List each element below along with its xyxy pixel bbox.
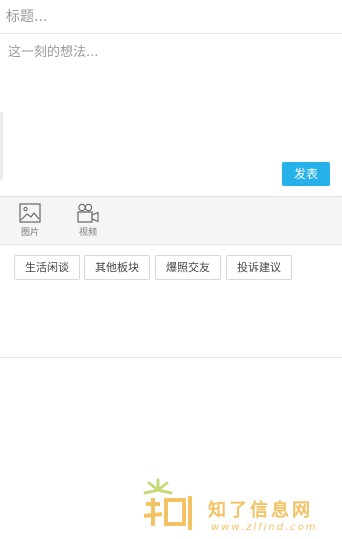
attachment-toolbar: 图片 视频 [0, 196, 342, 245]
site-watermark: 知了信息网 www.zlfind.com [138, 478, 342, 538]
video-label: 视频 [78, 228, 97, 238]
watermark-logo-icon [143, 478, 192, 530]
publish-button[interactable]: 发表 [282, 162, 330, 186]
picture-icon [19, 203, 41, 223]
watermark-title: 知了信息网 [208, 500, 313, 521]
post-editor-page: 发表 图片 视频 生活闲谈 其他板块 爆照交友 投诉建议 [0, 0, 342, 539]
add-video-button[interactable]: 视频 [68, 203, 108, 241]
video-camera-icon [77, 203, 99, 223]
tag-other-sections[interactable]: 其他板块 [84, 255, 150, 280]
title-input[interactable] [0, 0, 342, 34]
tag-photo-dating[interactable]: 爆照交友 [155, 255, 221, 280]
add-picture-button[interactable]: 图片 [10, 203, 50, 241]
tag-feedback[interactable]: 投诉建议 [226, 255, 292, 280]
scroll-indicator [0, 112, 3, 180]
picture-label: 图片 [20, 228, 39, 238]
watermark-url: www.zlfind.com [211, 522, 318, 533]
tag-life-chat[interactable]: 生活闲谈 [14, 255, 80, 280]
section-divider [0, 357, 342, 358]
